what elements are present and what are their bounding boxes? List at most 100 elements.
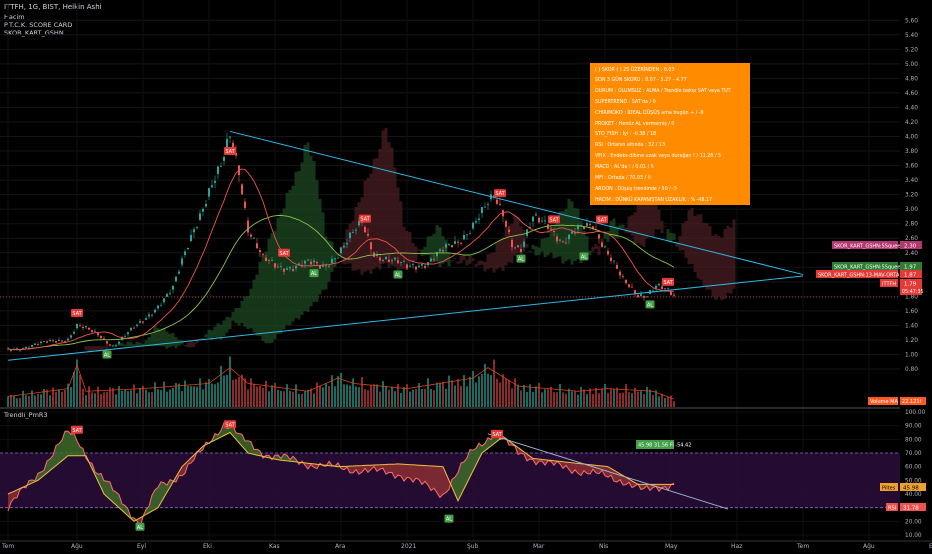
cloud-segment bbox=[681, 223, 685, 251]
candle-body bbox=[214, 180, 216, 183]
candle-body bbox=[304, 260, 306, 264]
cloud-segment bbox=[537, 247, 541, 256]
candle-body bbox=[103, 338, 105, 340]
candle-body bbox=[73, 331, 75, 334]
score-card-panel: ( ) SKOR ( ) 25 ÜZERİNDEN : 6.03 SON 3 G… bbox=[590, 63, 750, 205]
cloud-segment bbox=[225, 316, 229, 333]
cloud-segment bbox=[246, 296, 250, 329]
volume-bar bbox=[574, 391, 576, 407]
cloud-segment bbox=[309, 155, 313, 307]
candle-body bbox=[604, 246, 606, 248]
volume-bar bbox=[670, 395, 672, 407]
score-line-7: STO_FISH : İyi : -0.38 / 18 bbox=[595, 130, 656, 137]
candle-body bbox=[409, 265, 411, 267]
volume-bar bbox=[619, 392, 621, 407]
volume-bar bbox=[319, 385, 321, 407]
volume-bar bbox=[256, 386, 258, 407]
candle-body bbox=[397, 260, 399, 264]
volume-bar bbox=[19, 397, 21, 407]
buy-signal-marker: AL bbox=[102, 350, 112, 359]
indicator-tick: 70.00 bbox=[905, 451, 922, 457]
volume-bar bbox=[259, 385, 261, 407]
candle-body bbox=[253, 237, 255, 239]
volume-bar bbox=[304, 391, 306, 407]
cloud-segment bbox=[126, 341, 130, 347]
cloud-segment bbox=[297, 171, 301, 320]
score-line-12: AROON : Düşüş trendinde / 50 / -5 bbox=[595, 186, 677, 192]
time-tick: Şub bbox=[467, 543, 479, 550]
volume-bar bbox=[16, 398, 18, 407]
volume-bar bbox=[424, 388, 426, 407]
overlay-label-skor-kart[interactable]: SKOR_KART_GSHN bbox=[4, 29, 64, 37]
cloud-segment bbox=[480, 260, 484, 265]
buy-signal-marker: AL bbox=[135, 522, 145, 531]
candle-body bbox=[250, 234, 252, 237]
cloud-segment bbox=[696, 214, 700, 279]
cloud-segment bbox=[255, 274, 259, 336]
price-tick: 5.00 bbox=[905, 62, 918, 68]
cloud-segment bbox=[708, 226, 712, 290]
candle-body bbox=[415, 266, 417, 270]
volume-bar bbox=[10, 394, 12, 407]
volume-bar bbox=[79, 374, 81, 407]
volume-bar bbox=[61, 391, 63, 407]
svg-text:Piltes: Piltes bbox=[882, 486, 896, 492]
volume-bar bbox=[637, 391, 639, 407]
svg-text:SKOR_KART_GSHN:5Squeek: SKOR_KART_GSHN:5Squeek bbox=[834, 265, 903, 271]
volume-bar bbox=[382, 381, 384, 407]
candle-body bbox=[538, 217, 540, 223]
volume-bar bbox=[628, 392, 630, 407]
score-line-11: MFI : Ortada / 70.03 / 0 bbox=[595, 175, 651, 181]
cloud-segment bbox=[420, 249, 424, 257]
cloud-segment bbox=[720, 237, 724, 301]
volume-bar bbox=[607, 393, 609, 407]
buy-signal-marker: AL bbox=[645, 300, 655, 309]
overlay-label-ptck[interactable]: P.T.C.K. SCORE CARD bbox=[4, 21, 72, 29]
cloud-segment bbox=[504, 226, 508, 266]
score-line-2: SON 3 GÜN SKORU : 8.07 - 5.27 - 4.77 bbox=[595, 76, 687, 83]
candle-body bbox=[394, 257, 396, 260]
score-line-3: DURUM : OLUMSUZ : ALMA / Trendle bakıp S… bbox=[595, 88, 731, 94]
candle-body bbox=[646, 296, 648, 298]
cloud-segment bbox=[534, 246, 538, 256]
candle-body bbox=[430, 258, 432, 262]
cloud-segment bbox=[453, 257, 457, 259]
candle-body bbox=[94, 330, 96, 332]
candle-body bbox=[454, 241, 456, 244]
indicator-tick: 100.00 bbox=[905, 410, 926, 416]
volume-bar bbox=[388, 389, 390, 407]
indicator-tick: 90.00 bbox=[905, 424, 922, 430]
candle-body bbox=[619, 271, 621, 276]
candle-body bbox=[34, 343, 36, 345]
indicator-fill-segment bbox=[56, 443, 59, 466]
candle-body bbox=[484, 206, 486, 208]
volume-bar bbox=[298, 394, 300, 407]
cloud-segment bbox=[564, 208, 568, 261]
volume-bar bbox=[493, 359, 495, 407]
candle-body bbox=[589, 224, 591, 226]
candle-body bbox=[79, 325, 81, 327]
volume-bar bbox=[334, 386, 336, 407]
score-line-5: CHIRIMOKO : İDEAL DÜŞÜŞ ama bugün + / -8 bbox=[595, 109, 704, 116]
candle-body bbox=[559, 239, 561, 241]
candle-body bbox=[169, 293, 171, 295]
candle-body bbox=[565, 242, 567, 244]
volume-bar bbox=[277, 389, 279, 407]
price-tick: 4.80 bbox=[905, 76, 918, 82]
cloud-segment bbox=[324, 236, 328, 290]
candle-body bbox=[262, 253, 264, 255]
volume-bar bbox=[190, 386, 192, 407]
volume-bar bbox=[199, 378, 201, 407]
candle-body bbox=[55, 340, 57, 343]
candle-body bbox=[145, 318, 147, 320]
volume-bar bbox=[307, 389, 309, 407]
cloud-segment bbox=[636, 200, 640, 244]
volume-bar bbox=[211, 383, 213, 407]
time-tick: May bbox=[665, 543, 678, 550]
volume-bar bbox=[82, 388, 84, 407]
time-tick: Kas bbox=[269, 543, 280, 550]
candle-body bbox=[256, 243, 258, 249]
volume-bar bbox=[205, 382, 207, 407]
cloud-segment bbox=[378, 148, 382, 270]
cloud-segment bbox=[639, 200, 643, 246]
